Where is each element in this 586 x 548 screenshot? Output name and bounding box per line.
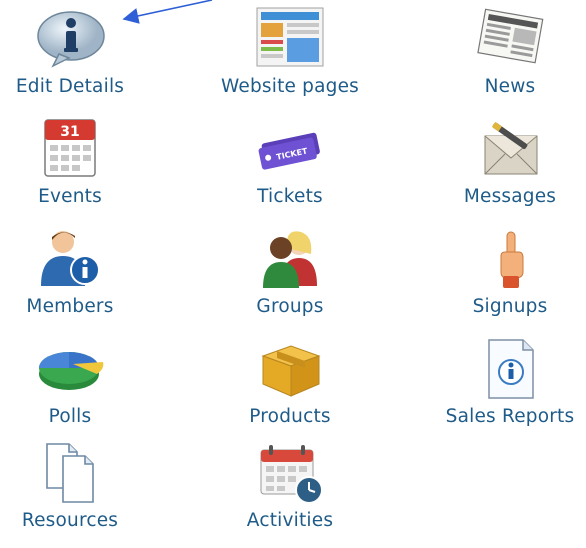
menu-item-label: Members (26, 296, 114, 317)
menu-item-label: Events (38, 186, 102, 207)
menu-item-label: Edit Details (15, 76, 125, 97)
people-group-icon (255, 228, 325, 290)
menu-item-sales-reports[interactable]: Sales Reports (420, 338, 586, 444)
documents-icon (35, 442, 105, 504)
menu-item-label: Tickets (257, 186, 323, 207)
menu-item-edit-details[interactable]: Edit Details (0, 8, 160, 114)
menu-item-activities[interactable]: Activities (200, 442, 380, 548)
layout-page-icon (255, 7, 325, 70)
menu-item-members[interactable]: Members (0, 228, 160, 334)
menu-item-tickets[interactable]: TICKET Tickets (200, 118, 380, 224)
menu-item-label: Messages (463, 186, 557, 207)
menu-item-label: Signups (472, 296, 548, 317)
ticket-icon: TICKET (255, 118, 325, 180)
newspaper-icon (475, 8, 545, 70)
menu-item-messages[interactable]: Messages (420, 118, 586, 224)
menu-item-events[interactable]: 31 Events (0, 118, 160, 224)
menu-item-label: Polls (48, 406, 92, 427)
menu-item-label: Groups (256, 296, 324, 317)
menu-item-label: Activities (246, 510, 334, 531)
menu-item-label: Website pages (220, 76, 360, 97)
menu-item-products[interactable]: Products (200, 338, 380, 444)
menu-item-groups[interactable]: Groups (200, 228, 380, 334)
pie-chart-icon (35, 338, 105, 400)
member-info-icon (35, 228, 105, 290)
menu-item-signups[interactable]: Signups (420, 228, 586, 334)
menu-item-polls[interactable]: Polls (0, 338, 160, 444)
calendar-icon: 31 (35, 118, 105, 180)
menu-item-label: Sales Reports (445, 406, 575, 427)
envelope-icon (475, 118, 545, 180)
calendar-day-text: 31 (60, 124, 79, 140)
info-bubble-icon (35, 8, 105, 70)
calendar-clock-icon (255, 442, 325, 504)
menu-item-label: News (484, 76, 536, 97)
info-document-icon (475, 338, 545, 400)
menu-item-website-pages[interactable]: Website pages (200, 7, 380, 114)
menu-item-label: Resources (21, 510, 119, 531)
menu-item-label: Products (249, 406, 331, 427)
box-icon (255, 338, 325, 400)
menu-item-news[interactable]: News (420, 8, 586, 114)
raised-hand-icon (475, 228, 545, 290)
menu-item-resources[interactable]: Resources (0, 442, 160, 548)
